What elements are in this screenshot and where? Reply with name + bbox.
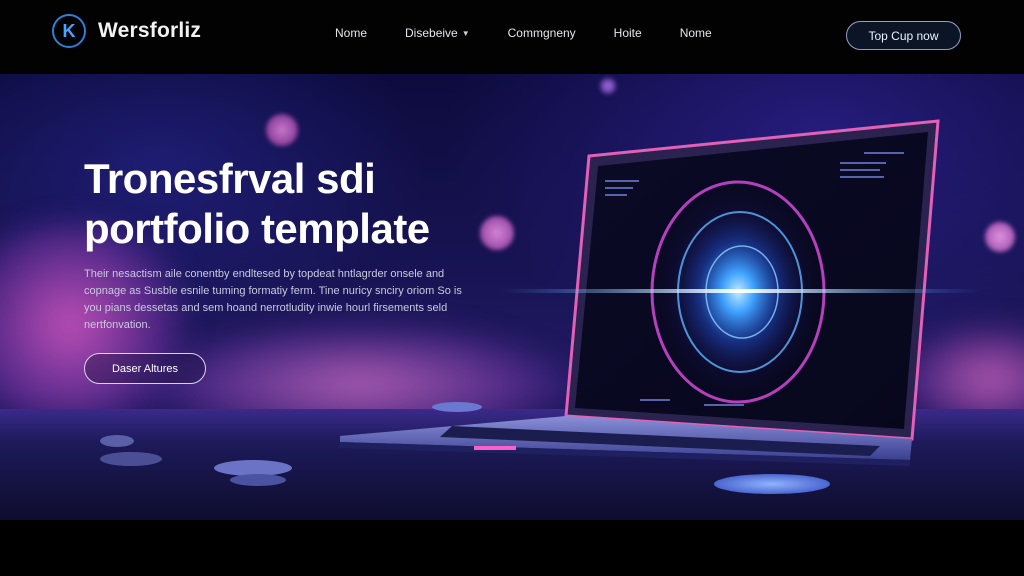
caret-down-icon: ▼ bbox=[461, 28, 470, 38]
light-flare bbox=[500, 289, 980, 293]
hero-title-line1: Tronesfrval sdi bbox=[84, 155, 376, 202]
nav-item-label: Commgneny bbox=[507, 26, 576, 40]
hero-cta-button[interactable]: Daser Altures bbox=[84, 353, 206, 384]
hero-section: Tronesfrval sdi portfolio template Their… bbox=[0, 74, 1024, 520]
k-monogram-icon: K bbox=[52, 14, 86, 48]
nav-item-4[interactable]: Hoite bbox=[614, 26, 642, 40]
top-navbar: K Wersforliz Nome Disebeive ▼ Commgneny … bbox=[0, 0, 1024, 74]
nav-item-label: Hoite bbox=[613, 26, 642, 40]
nav-item-1[interactable]: Nome bbox=[335, 26, 367, 40]
nav-item-label: Nome bbox=[679, 26, 712, 40]
nav-item-5[interactable]: Nome bbox=[680, 26, 712, 40]
nav-item-label: Nome bbox=[335, 26, 368, 40]
laptop-lid bbox=[500, 119, 980, 441]
nav-item-3[interactable]: Commgneny bbox=[508, 26, 576, 40]
main-nav: Nome Disebeive ▼ Commgneny Hoite Nome bbox=[335, 26, 750, 40]
nav-item-label: Disebeive bbox=[405, 26, 458, 40]
hero-description: Their nesactism aile conentby endltesed … bbox=[84, 268, 462, 331]
hero-title-line2: portfolio template bbox=[84, 205, 430, 252]
hero-title: Tronesfrval sdi portfolio template bbox=[84, 154, 514, 254]
cta-button[interactable]: Top Cup now bbox=[846, 21, 961, 50]
base-light-strip bbox=[474, 446, 516, 450]
brand-name: Wersforliz bbox=[98, 19, 202, 42]
nav-item-2[interactable]: Disebeive ▼ bbox=[405, 26, 470, 40]
page: K Wersforliz Nome Disebeive ▼ Commgneny … bbox=[0, 0, 1024, 576]
bottom-black-bar bbox=[0, 520, 1024, 576]
brand-logo[interactable]: K Wersforliz bbox=[52, 14, 201, 48]
